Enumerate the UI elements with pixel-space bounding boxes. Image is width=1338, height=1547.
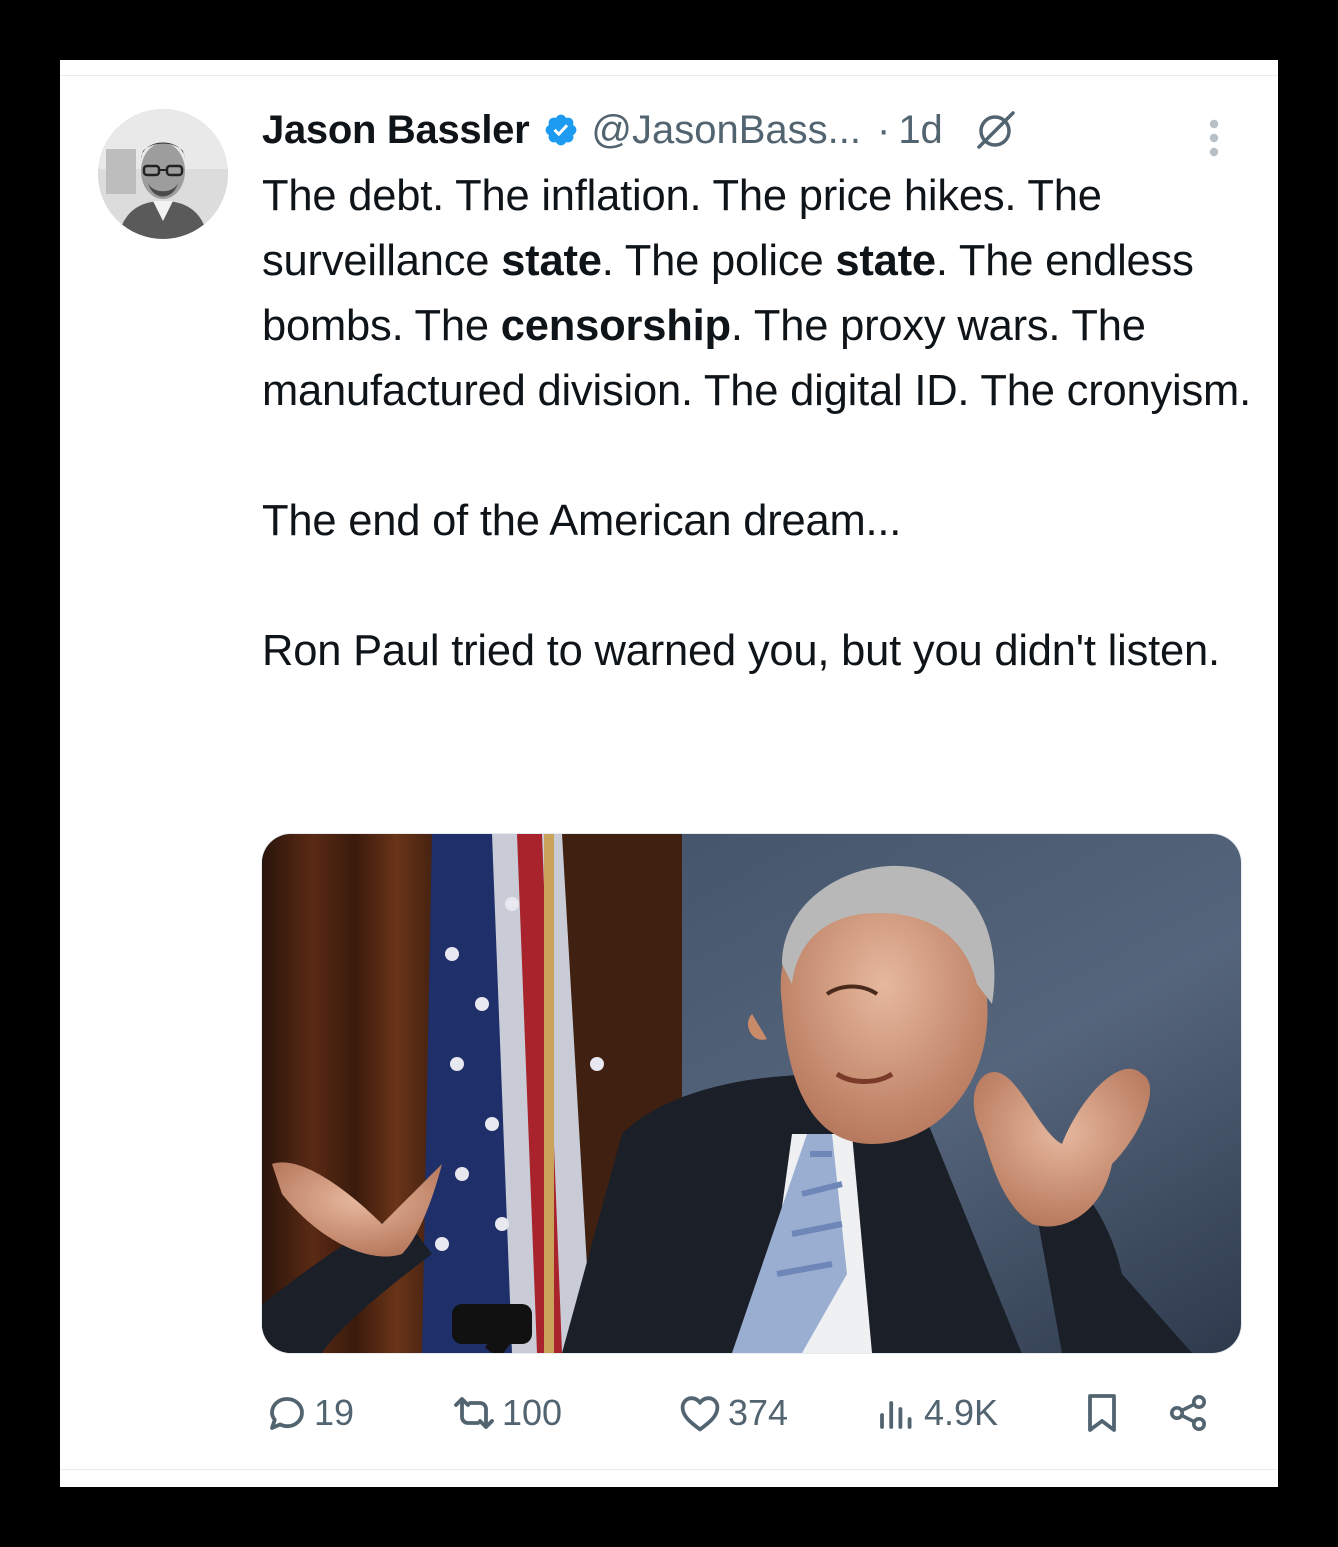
- bookmark-icon: [1088, 1394, 1116, 1432]
- more-vertical-icon[interactable]: [1200, 116, 1228, 160]
- like-button[interactable]: 374: [676, 1378, 788, 1448]
- tweet-time[interactable]: 1d: [898, 108, 943, 153]
- views-count: 4.9K: [924, 1392, 999, 1433]
- tweet-text: The debt. The inflation. The price hikes…: [262, 164, 1252, 684]
- tweet-header: Jason Bassler @JasonBass... · 1d: [262, 104, 1019, 156]
- tweet-media-photo[interactable]: [261, 833, 1242, 1354]
- tweet-card: Jason Bassler @JasonBass... · 1d The deb…: [60, 60, 1278, 1487]
- heart-icon: [680, 1396, 720, 1432]
- tweet-paragraph: The debt. The inflation. The price hikes…: [262, 164, 1252, 424]
- reply-count: 19: [314, 1392, 355, 1433]
- verified-badge-icon: [546, 114, 577, 146]
- divider-top: [60, 75, 1278, 76]
- author-handle[interactable]: @JasonBass...: [591, 108, 861, 153]
- bookmark-button[interactable]: [1078, 1378, 1126, 1448]
- reply-button[interactable]: 19: [262, 1378, 354, 1448]
- text-run: Ron Paul tried to warned you, but you di…: [262, 627, 1220, 675]
- header-separator: ·: [876, 107, 891, 152]
- bold-text: censorship: [500, 302, 731, 350]
- repost-button[interactable]: 100: [450, 1378, 562, 1448]
- text-run: . The police: [601, 237, 836, 285]
- like-count: 374: [728, 1392, 789, 1433]
- bold-text: state: [501, 237, 602, 285]
- divider-bottom: [60, 1469, 1278, 1470]
- tweet-paragraph: Ron Paul tried to warned you, but you di…: [262, 619, 1252, 684]
- views-icon: [880, 1401, 912, 1429]
- tweet-paragraph: The end of the American dream...: [262, 489, 1252, 554]
- grok-icon[interactable]: [973, 107, 1019, 153]
- share-button[interactable]: [1164, 1378, 1212, 1448]
- bold-text: state: [835, 237, 936, 285]
- repost-count: 100: [502, 1392, 563, 1433]
- photo-of-speaker-shrugging-before-us-flag: [262, 834, 1241, 1353]
- tweet-actions: 19 100 374 4.9K: [262, 1378, 1222, 1448]
- repost-icon: [454, 1397, 494, 1429]
- share-icon: [1170, 1395, 1206, 1431]
- text-run: The end of the American dream...: [262, 497, 902, 545]
- avatar[interactable]: [98, 109, 228, 239]
- author-name[interactable]: Jason Bassler: [262, 108, 530, 153]
- views-button[interactable]: 4.9K: [872, 1378, 998, 1448]
- reply-icon: [270, 1397, 304, 1430]
